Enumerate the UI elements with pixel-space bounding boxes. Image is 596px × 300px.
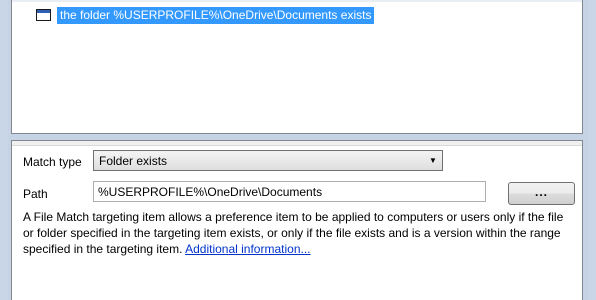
- tree-item-folder-exists[interactable]: the folder %USERPROFILE%\OneDrive\Docume…: [36, 6, 375, 24]
- description-text: A File Match targeting item allows a pre…: [23, 209, 573, 257]
- additional-information-link[interactable]: Additional information...: [185, 242, 310, 256]
- targeting-tree-pane[interactable]: the folder %USERPROFILE%\OneDrive\Docume…: [11, 0, 583, 134]
- window-frame-left: [0, 0, 8, 300]
- properties-pane: Match type Folder exists ▼ Path ... A Fi…: [11, 140, 583, 300]
- path-label: Path: [23, 187, 48, 201]
- targeting-item-icon: [36, 9, 51, 21]
- tree-pane-top-edge: [12, 0, 582, 2]
- chevron-down-icon[interactable]: ▼: [424, 150, 442, 171]
- browse-button[interactable]: ...: [508, 182, 575, 205]
- tree-item-label[interactable]: the folder %USERPROFILE%\OneDrive\Docume…: [57, 6, 375, 24]
- properties-pane-top-edge: [12, 141, 582, 146]
- match-type-label: Match type: [23, 155, 82, 169]
- match-type-value: Folder exists: [99, 153, 168, 168]
- window-frame-right: [588, 0, 596, 300]
- path-input[interactable]: [93, 181, 486, 202]
- match-type-dropdown[interactable]: Folder exists ▼: [93, 150, 443, 171]
